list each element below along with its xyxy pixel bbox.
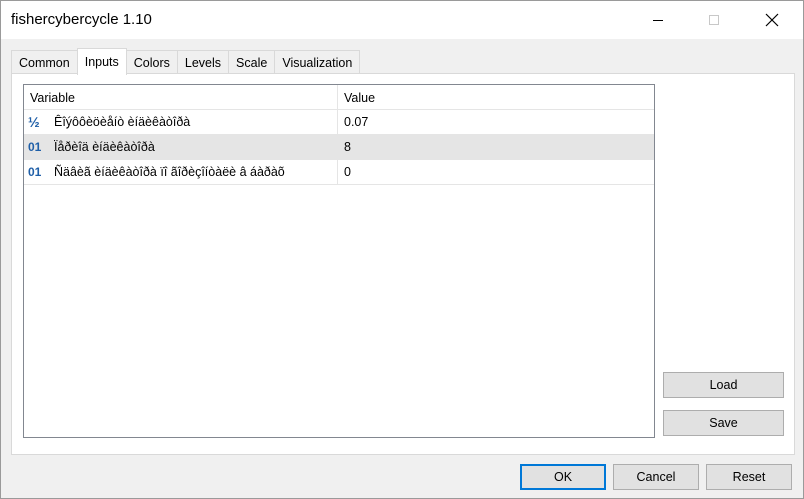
inputs-grid[interactable]: Variable Value ½ Êîýôôèöèåíò èíäèêàòîðà … (23, 84, 655, 438)
save-button[interactable]: Save (663, 410, 784, 436)
variable-name: Ïåðèîä èíäèêàòîðà (54, 140, 155, 154)
variable-cell: 01 Ñäâèã èíäèêàòîðà ïî ãîðèçîíòàëè â áàð… (24, 160, 338, 184)
variable-name: Êîýôôèöèåíò èíäèêàòîðà (54, 115, 191, 129)
ok-button[interactable]: OK (520, 464, 606, 490)
dialog-window: fishercybercycle 1.10 Common Inputs Colo… (0, 0, 804, 499)
variable-cell: 01 Ïåðèîä èíäèêàòîðà (24, 135, 338, 159)
tab-scale[interactable]: Scale (228, 50, 276, 74)
column-header-variable[interactable]: Variable (24, 85, 338, 110)
minimize-button[interactable] (635, 1, 681, 39)
title-bar[interactable]: fishercybercycle 1.10 (1, 1, 803, 39)
tab-strip: Common Inputs Colors Levels Scale Visual… (11, 48, 361, 75)
tab-colors[interactable]: Colors (125, 50, 178, 74)
tab-inputs[interactable]: Inputs (76, 48, 127, 75)
maximize-icon (709, 15, 719, 25)
tab-visualization[interactable]: Visualization (274, 50, 361, 74)
table-row[interactable]: 01 Ïåðèîä èíäèêàòîðà 8 (24, 135, 654, 160)
integer-icon: 01 (28, 140, 42, 154)
tab-levels[interactable]: Levels (176, 50, 230, 74)
value-cell[interactable]: 0 (338, 160, 654, 184)
table-row[interactable]: ½ Êîýôôèöèåíò èíäèêàòîðà 0.07 (24, 110, 654, 135)
fraction-icon: ½ (28, 114, 40, 130)
column-header-value[interactable]: Value (338, 85, 654, 110)
cancel-button[interactable]: Cancel (613, 464, 699, 490)
grid-header: Variable Value (24, 85, 654, 110)
load-button[interactable]: Load (663, 372, 784, 398)
window-title: fishercybercycle 1.10 (11, 11, 152, 28)
tab-common[interactable]: Common (11, 50, 78, 74)
close-icon (765, 13, 779, 27)
value-cell[interactable]: 0.07 (338, 110, 654, 134)
variable-name: Ñäâèã èíäèêàòîðà ïî ãîðèçîíòàëè â áàðàõ (54, 165, 285, 179)
inputs-panel: Variable Value ½ Êîýôôèöèåíò èíäèêàòîðà … (11, 73, 795, 455)
variable-cell: ½ Êîýôôèöèåíò èíäèêàòîðà (24, 110, 338, 134)
reset-button[interactable]: Reset (706, 464, 792, 490)
maximize-button (691, 1, 737, 39)
close-button[interactable] (749, 1, 795, 39)
integer-icon: 01 (28, 165, 42, 179)
table-row[interactable]: 01 Ñäâèã èíäèêàòîðà ïî ãîðèçîíòàëè â áàð… (24, 160, 654, 185)
value-cell[interactable]: 8 (338, 135, 654, 159)
minimize-icon (653, 20, 663, 21)
